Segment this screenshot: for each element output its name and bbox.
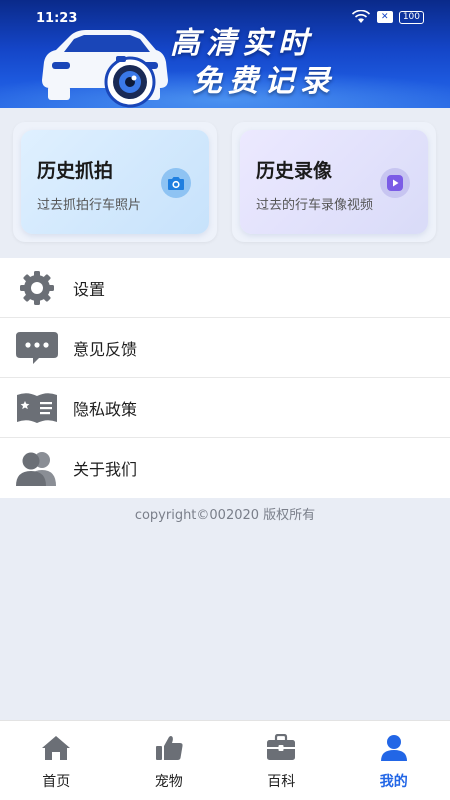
history-videos-card[interactable]: 历史录像 过去的行车录像视频 [232,122,436,242]
card-title: 历史录像 [256,160,333,182]
menu-item-settings[interactable]: 设置 [0,258,450,318]
menu-label: 设置 [73,279,106,299]
header-banner: 11:23 ✕ 100 高清实时 免费记录 [0,0,450,108]
menu-item-about[interactable]: 关于我们 [0,438,450,498]
status-icons: ✕ 100 [351,10,424,24]
menu-label: 隐私政策 [73,399,138,419]
banner-slogan: 高清实时 免费记录 [170,25,336,101]
nav-tab-encyclopedia[interactable]: 百科 [225,721,338,800]
nav-tab-home[interactable]: 首页 [0,721,113,800]
history-snapshots-card-body: 历史抓拍 过去抓拍行车照片 [21,130,209,234]
menu-item-privacy[interactable]: 隐私政策 [0,378,450,438]
sim-icon: ✕ [376,11,393,23]
menu-item-feedback[interactable]: 意见反馈 [0,318,450,378]
home-icon [39,733,73,763]
camera-icon [161,168,191,198]
gear-icon [13,268,61,308]
privacy-book-icon [13,388,61,428]
battery-icon: 100 [398,10,424,24]
menu-label: 意见反馈 [73,339,138,359]
nav-tab-pets[interactable]: 宠物 [113,721,226,800]
history-cards: 历史抓拍 过去抓拍行车照片 历史录像 过去的行车录像视频 [0,108,450,258]
video-play-icon [380,168,410,198]
banner-line-2: 免费记录 [192,64,336,99]
history-videos-card-body: 历史录像 过去的行车录像视频 [240,130,428,234]
user-icon [377,733,411,763]
copyright-text: copyright©002020 版权所有 [134,508,316,523]
history-snapshots-card[interactable]: 历史抓拍 过去抓拍行车照片 [13,122,217,242]
car-camera-icon [42,30,168,108]
nav-tab-mine[interactable]: 我的 [338,721,450,800]
users-icon [13,448,61,488]
wifi-icon [351,10,370,23]
briefcase-icon [264,733,298,763]
settings-menu: 设置 意见反馈 隐私政策 关于我们 [0,258,450,498]
nav-label: 百科 [267,774,296,790]
card-subtitle: 过去抓拍行车照片 [37,198,142,213]
nav-label: 宠物 [154,774,183,790]
card-subtitle: 过去的行车录像视频 [256,198,374,213]
thumbs-up-icon [152,733,186,763]
status-time: 11:23 [36,11,78,26]
menu-label: 关于我们 [73,460,138,479]
nav-label: 首页 [42,774,71,790]
bottom-nav: 首页 宠物 百科 我的 [0,720,450,800]
status-bar: 11:23 ✕ 100 [0,0,450,32]
card-title: 历史抓拍 [37,160,114,182]
nav-label: 我的 [379,774,408,790]
chat-bubble-icon [13,328,61,368]
